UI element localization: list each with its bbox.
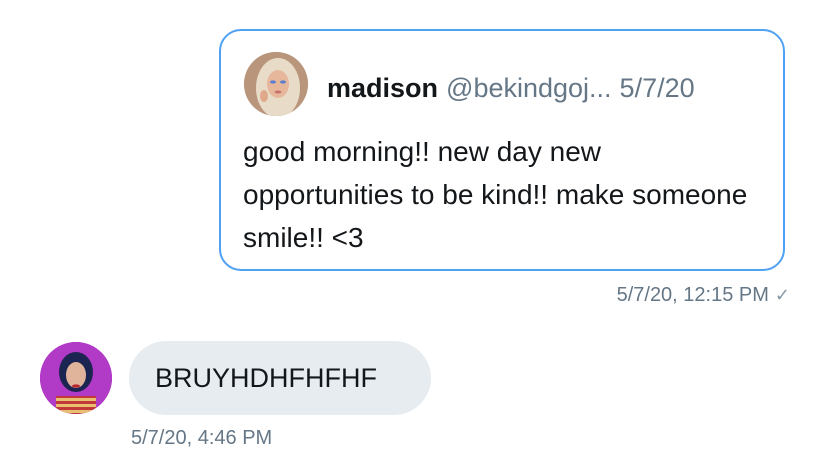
author-handle[interactable]: @bekindgoj... [446, 73, 612, 103]
sent-timestamp-text: 5/7/20, 12:15 PM [616, 284, 769, 306]
checkmark-icon: ✓ [774, 285, 790, 305]
author-name[interactable]: madison [327, 73, 438, 103]
author-avatar[interactable] [244, 52, 308, 116]
sent-timestamp: 5/7/20, 12:15 PM ✓ [617, 284, 790, 307]
tweet-text: good morning!! new day new opportunities… [243, 136, 748, 253]
received-timestamp: 5/7/20, 4:46 PM [131, 427, 273, 449]
received-message-bubble[interactable]: BRUYHDHFHFHF [129, 341, 431, 415]
quoted-tweet-card[interactable]: madison @bekindgoj... 5/7/20 good morning!… [219, 29, 785, 271]
author-line: madison @bekindgoj... 5/7/20 [327, 71, 695, 105]
contact-avatar[interactable] [40, 342, 112, 414]
dm-conversation: madison @bekindgoj... 5/7/20 good morning!… [0, 0, 828, 466]
tweet-date: 5/7/20 [619, 73, 695, 103]
